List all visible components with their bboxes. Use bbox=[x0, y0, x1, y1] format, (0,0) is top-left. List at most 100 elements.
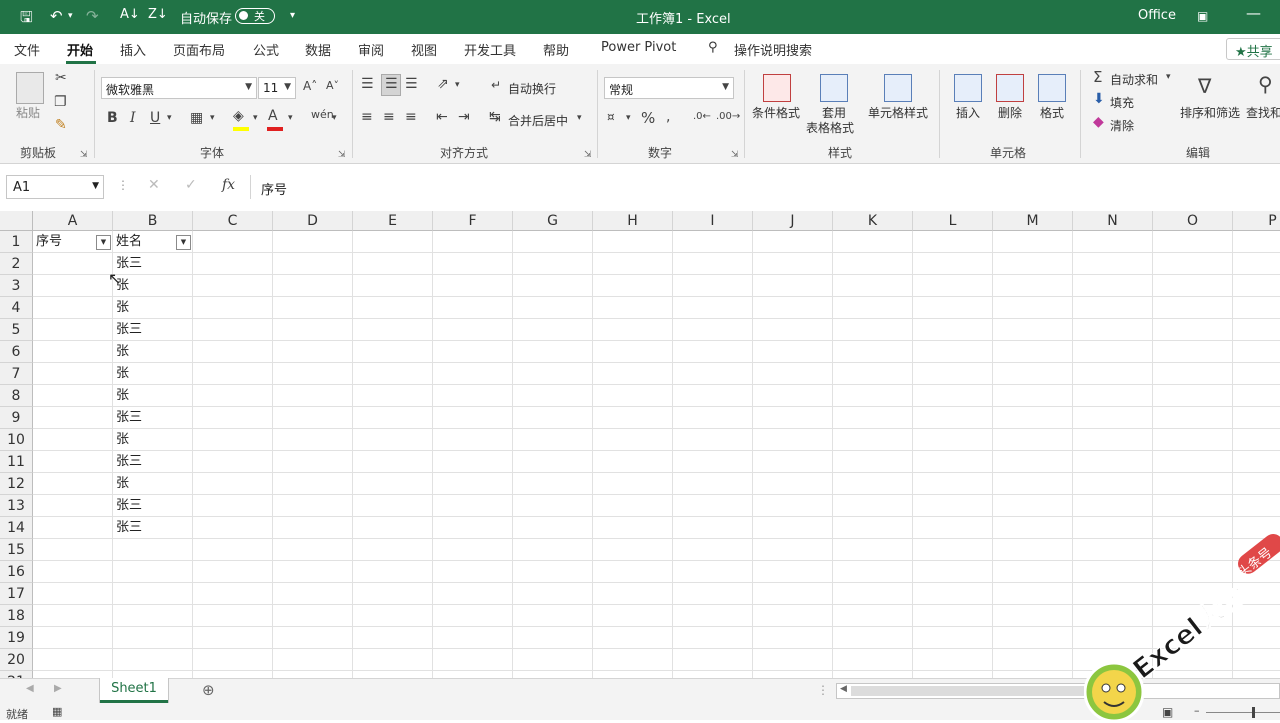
currency-icon[interactable]: ¤ bbox=[607, 110, 615, 124]
phonetic-dropdown-icon[interactable]: ▾ bbox=[332, 113, 337, 123]
cell-b2[interactable]: 张三 bbox=[113, 253, 193, 275]
format-as-table-line2[interactable]: 表格格式 bbox=[806, 119, 854, 136]
paste-icon[interactable] bbox=[16, 72, 44, 104]
row-header-11[interactable]: 11 bbox=[0, 451, 33, 473]
align-right-icon[interactable]: ≡ bbox=[405, 109, 417, 125]
next-sheet-icon[interactable]: ▶ bbox=[54, 683, 62, 694]
font-color-dropdown-icon[interactable]: ▾ bbox=[288, 113, 293, 123]
row-header-13[interactable]: 13 bbox=[0, 495, 33, 517]
fill-dropdown-icon[interactable]: ▾ bbox=[253, 113, 258, 123]
fill-icon[interactable]: ⬇ bbox=[1093, 91, 1105, 107]
clear-icon[interactable]: ◆ bbox=[1093, 114, 1104, 130]
border-dropdown-icon[interactable]: ▾ bbox=[210, 113, 215, 123]
decrease-font-icon[interactable]: A˅ bbox=[326, 79, 339, 92]
font-name-select[interactable]: 微软雅黑 ▼ bbox=[101, 77, 257, 99]
autosum-label[interactable]: 自动求和 bbox=[1110, 71, 1158, 88]
cell-b12[interactable]: 张 bbox=[113, 473, 193, 495]
tab-review[interactable]: 审阅 bbox=[358, 40, 384, 59]
cell-b9[interactable]: 张三 bbox=[113, 407, 193, 429]
font-size-select[interactable]: 11 ▼ bbox=[258, 77, 296, 99]
increase-font-icon[interactable]: A˄ bbox=[303, 79, 317, 93]
column-header-b[interactable]: B bbox=[113, 211, 193, 231]
wrap-text-icon[interactable]: ↵ bbox=[491, 78, 501, 92]
clipboard-launcher-icon[interactable]: ⇲ bbox=[80, 150, 88, 160]
tab-file[interactable]: 文件 bbox=[14, 40, 40, 59]
delete-cells-icon[interactable] bbox=[996, 74, 1024, 102]
merge-center-label[interactable]: 合并后居中 bbox=[508, 112, 568, 129]
save-icon[interactable]: 🖫 bbox=[20, 7, 33, 32]
scroll-left-icon[interactable]: ◀ bbox=[840, 684, 847, 694]
horizontal-scrollbar[interactable]: ◀ bbox=[836, 683, 1280, 699]
select-all-button[interactable] bbox=[0, 211, 33, 231]
format-as-table-icon[interactable] bbox=[820, 74, 848, 102]
sheet-tab[interactable]: Sheet1 bbox=[100, 678, 168, 703]
format-cells-icon[interactable] bbox=[1038, 74, 1066, 102]
fill-label[interactable]: 填充 bbox=[1110, 94, 1134, 111]
paste-label[interactable]: 粘贴 bbox=[16, 104, 40, 121]
find-select-icon[interactable]: ⚲ bbox=[1258, 72, 1273, 96]
row-header-10[interactable]: 10 bbox=[0, 429, 33, 451]
name-box[interactable]: A1 ▼ bbox=[6, 175, 104, 199]
row-header-20[interactable]: 20 bbox=[0, 649, 33, 671]
sort-descending-icon[interactable]: Z↓ bbox=[148, 7, 168, 22]
tab-view[interactable]: 视图 bbox=[411, 40, 437, 59]
add-sheet-icon[interactable]: ⊕ bbox=[202, 681, 215, 699]
orientation-dropdown-icon[interactable]: ▾ bbox=[455, 80, 460, 90]
merge-dropdown-icon[interactable]: ▾ bbox=[577, 113, 582, 123]
tab-power-pivot[interactable]: Power Pivot bbox=[601, 40, 676, 55]
row-header-21[interactable]: 21 bbox=[0, 671, 33, 678]
font-color-icon[interactable]: A bbox=[268, 108, 278, 124]
bold-button[interactable]: B bbox=[107, 110, 118, 126]
format-painter-icon[interactable]: ✎ bbox=[55, 117, 67, 133]
tab-insert[interactable]: 插入 bbox=[120, 40, 146, 59]
cell-styles-icon[interactable] bbox=[884, 74, 912, 102]
cell-b13[interactable]: 张三 bbox=[113, 495, 193, 517]
tab-data[interactable]: 数据 bbox=[305, 40, 331, 59]
account-name[interactable]: Office bbox=[1138, 8, 1176, 23]
filter-dropdown-a[interactable]: ▼ bbox=[96, 235, 111, 250]
align-bottom-icon[interactable]: ☰ bbox=[405, 76, 418, 92]
delete-cells-label[interactable]: 删除 bbox=[998, 104, 1022, 121]
cut-icon[interactable]: ✂ bbox=[55, 70, 67, 86]
cell-b8[interactable]: 张 bbox=[113, 385, 193, 407]
row-header-2[interactable]: 2 bbox=[0, 253, 33, 275]
column-header-m[interactable]: M bbox=[993, 211, 1073, 231]
page-layout-view-icon[interactable]: ▣ bbox=[1162, 705, 1173, 719]
column-header-d[interactable]: D bbox=[273, 211, 353, 231]
cell-b14[interactable]: 张三 bbox=[113, 517, 193, 539]
number-format-select[interactable]: 常规 ▼ bbox=[604, 77, 734, 99]
cell-b10[interactable]: 张 bbox=[113, 429, 193, 451]
increase-indent-icon[interactable]: ⇥ bbox=[458, 109, 470, 125]
fill-color-icon[interactable]: ◈ bbox=[233, 108, 244, 124]
column-header-g[interactable]: G bbox=[513, 211, 593, 231]
align-top-icon[interactable]: ☰ bbox=[361, 76, 374, 92]
currency-dropdown-icon[interactable]: ▾ bbox=[626, 113, 631, 123]
row-header-4[interactable]: 4 bbox=[0, 297, 33, 319]
share-button[interactable]: ★共享 bbox=[1226, 38, 1280, 60]
border-icon[interactable]: ▦ bbox=[190, 110, 203, 126]
row-header-8[interactable]: 8 bbox=[0, 385, 33, 407]
conditional-format-icon[interactable] bbox=[763, 74, 791, 102]
row-header-7[interactable]: 7 bbox=[0, 363, 33, 385]
conditional-format-label[interactable]: 条件格式 bbox=[752, 104, 800, 121]
cell-b5[interactable]: 张三 bbox=[113, 319, 193, 341]
column-header-k[interactable]: K bbox=[833, 211, 913, 231]
find-select-label[interactable]: 查找和 bbox=[1246, 104, 1280, 121]
row-header-3[interactable]: 3 bbox=[0, 275, 33, 297]
insert-function-icon[interactable]: fx bbox=[222, 177, 235, 193]
phonetic-icon[interactable]: wén bbox=[311, 108, 334, 121]
italic-button[interactable]: I bbox=[130, 110, 136, 126]
filter-dropdown-b[interactable]: ▼ bbox=[176, 235, 191, 250]
row-header-5[interactable]: 5 bbox=[0, 319, 33, 341]
autosave-toggle[interactable]: 关 bbox=[235, 8, 275, 24]
macro-record-icon[interactable]: ▦ bbox=[52, 705, 62, 718]
undo-dropdown-icon[interactable]: ▾ bbox=[68, 11, 73, 21]
cell-b7[interactable]: 张 bbox=[113, 363, 193, 385]
sort-filter-label[interactable]: 排序和筛选 bbox=[1180, 104, 1240, 121]
merge-center-icon[interactable]: ↹ bbox=[489, 109, 501, 125]
insert-cells-icon[interactable] bbox=[954, 74, 982, 102]
tab-page-layout[interactable]: 页面布局 bbox=[173, 40, 225, 59]
tell-me-search[interactable]: 操作说明搜索 bbox=[734, 40, 812, 59]
clear-label[interactable]: 清除 bbox=[1110, 117, 1134, 134]
row-header-6[interactable]: 6 bbox=[0, 341, 33, 363]
